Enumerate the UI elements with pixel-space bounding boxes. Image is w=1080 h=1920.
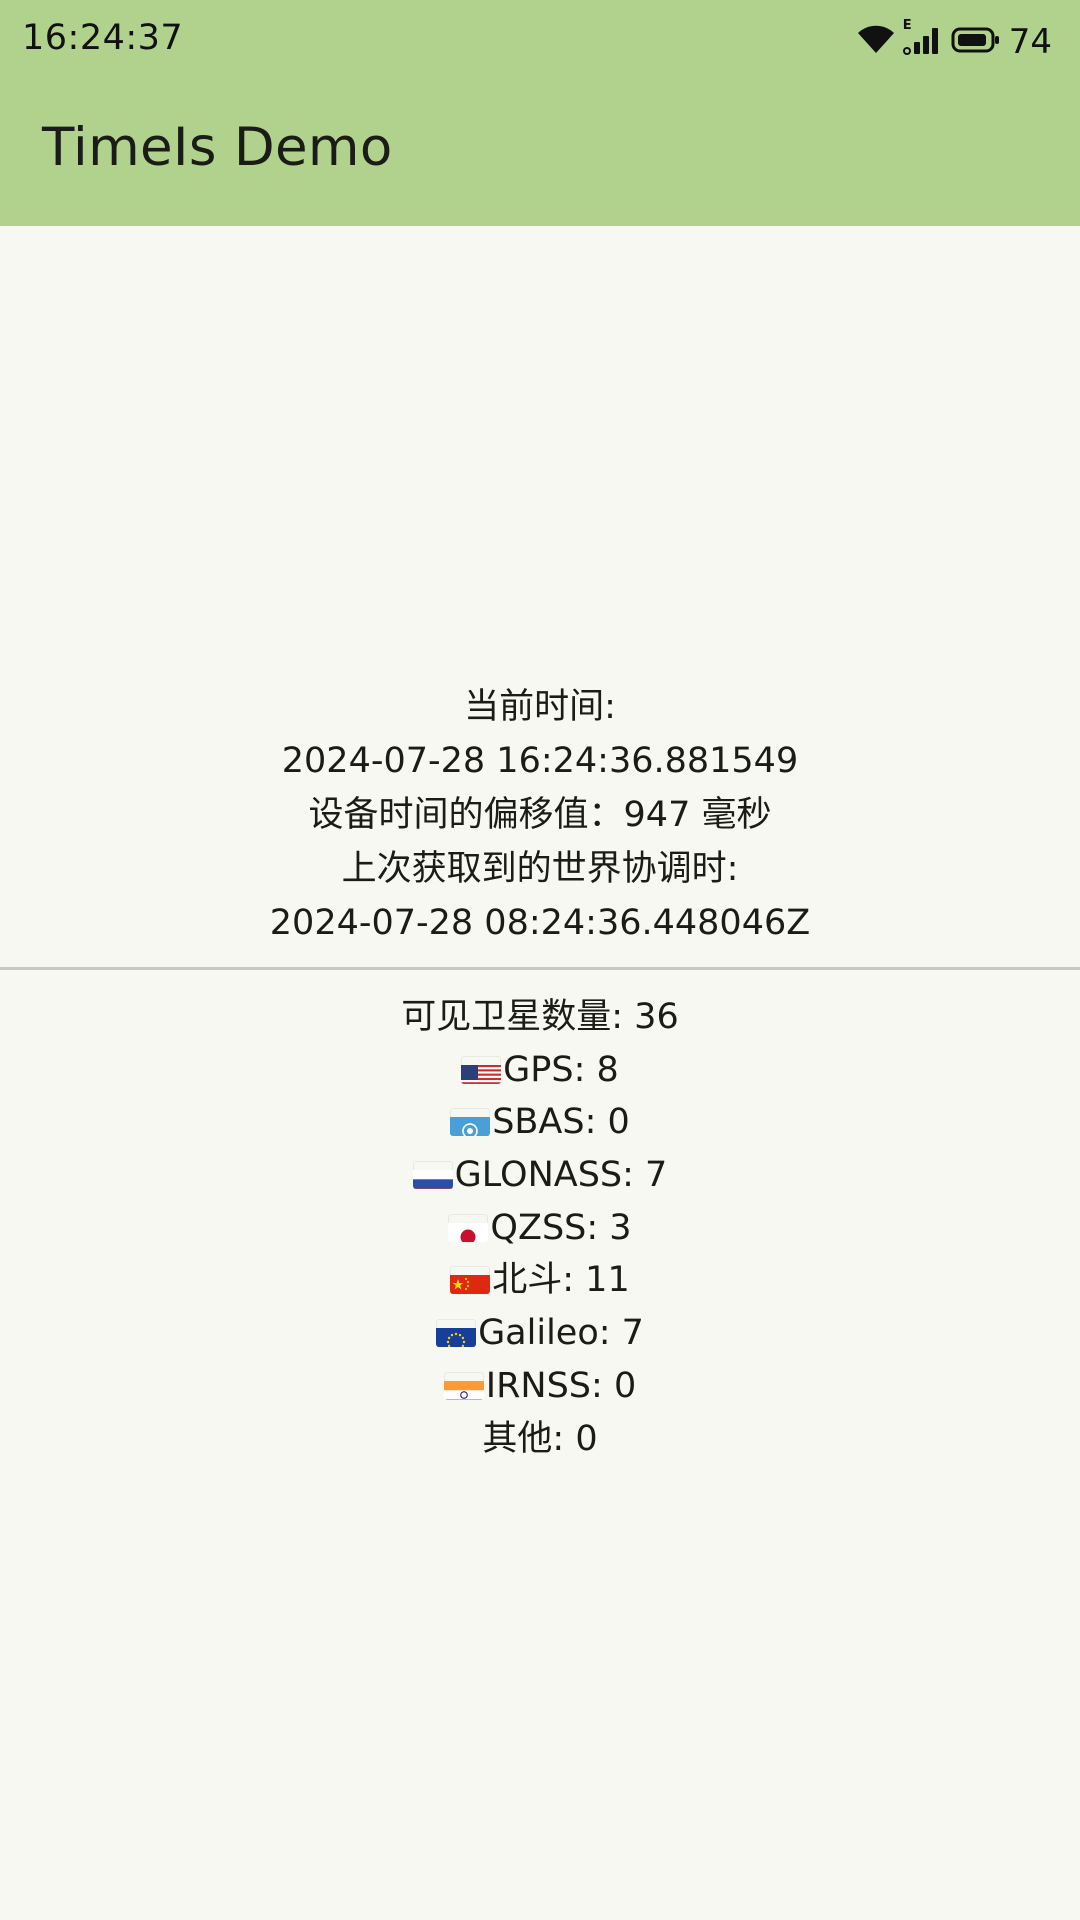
status-bar: 16:24:37 E 74 bbox=[0, 0, 1080, 84]
satellite-row-sbas: SBAS: 0 bbox=[0, 1096, 1080, 1149]
network-type-label: E bbox=[902, 18, 912, 33]
eu-flag-icon bbox=[436, 1319, 477, 1348]
status-icons: E 74 bbox=[849, 18, 1052, 64]
battery-level: 74 bbox=[1008, 22, 1052, 62]
satellite-row-gps: GPS: 8 bbox=[0, 1044, 1080, 1097]
app-title: TimeIs Demo bbox=[42, 117, 393, 178]
satellite-other: 其他: 0 bbox=[482, 1418, 598, 1459]
app-top-bar: 16:24:37 E 74 TimeIs Demo bbox=[0, 0, 1080, 226]
beidou-text: 北斗: 11 bbox=[492, 1260, 630, 1301]
wifi-icon bbox=[857, 25, 895, 59]
satellite-block: 可见卫星数量: 36 GPS: 8 SBAS: 0 GLONASS: 7 QZS… bbox=[0, 991, 1080, 1465]
satellite-row-glonass: GLONASS: 7 bbox=[0, 1149, 1080, 1202]
last-utc-label: 上次获取到的世界协调时: bbox=[341, 849, 739, 889]
satellite-row-irnss: IRNSS: 0 bbox=[0, 1360, 1080, 1413]
china-flag-icon bbox=[450, 1266, 491, 1295]
sbas-text: SBAS: 0 bbox=[492, 1102, 630, 1143]
satellite-row-beidou: 北斗: 11 bbox=[0, 1254, 1080, 1307]
satellite-row-galileo: Galileo: 7 bbox=[0, 1307, 1080, 1360]
current-time-value: 2024-07-28 16:24:36.881549 bbox=[281, 741, 799, 781]
qzss-text: QZSS: 3 bbox=[490, 1207, 632, 1248]
irnss-text: IRNSS: 0 bbox=[485, 1365, 637, 1406]
us-flag-icon bbox=[461, 1056, 502, 1084]
un-flag-icon bbox=[450, 1108, 491, 1137]
signal-icon: E bbox=[902, 18, 943, 60]
glonass-text: GLONASS: 7 bbox=[454, 1155, 668, 1196]
divider bbox=[0, 967, 1080, 970]
satellite-row-qzss: QZSS: 3 bbox=[0, 1202, 1080, 1255]
gps-text: GPS: 8 bbox=[503, 1049, 619, 1090]
current-time-label: 当前时间: bbox=[464, 687, 616, 727]
russia-flag-icon bbox=[412, 1161, 453, 1190]
offset-line: 设备时间的偏移值：947 毫秒 bbox=[308, 795, 772, 835]
last-utc-value: 2024-07-28 08:24:36.448046Z bbox=[269, 903, 811, 943]
status-time: 16:24:37 bbox=[22, 18, 184, 58]
india-flag-icon bbox=[443, 1372, 484, 1400]
galileo-text: Galileo: 7 bbox=[478, 1313, 644, 1354]
japan-flag-icon bbox=[448, 1214, 489, 1242]
satellite-total: 可见卫星数量: 36 bbox=[401, 997, 679, 1037]
battery-icon bbox=[951, 26, 1001, 58]
time-info-block: 当前时间: 2024-07-28 16:24:36.881549 设备时间的偏移… bbox=[0, 680, 1080, 950]
